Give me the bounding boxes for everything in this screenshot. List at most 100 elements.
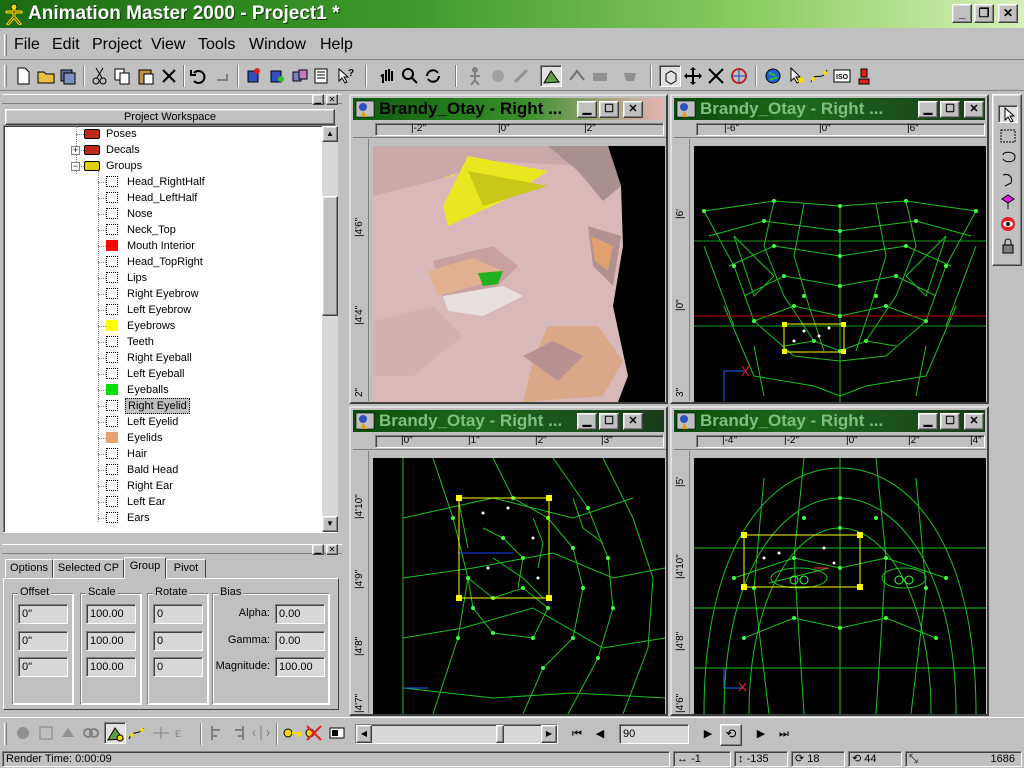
panel-minimize-button[interactable]: ▁ <box>312 94 324 105</box>
menu-window[interactable]: Window <box>249 36 306 54</box>
menu-edit[interactable]: Edit <box>52 36 80 54</box>
hide-eye-icon[interactable] <box>998 215 1018 233</box>
tree-item[interactable]: + Decals <box>4 142 318 158</box>
tree-item[interactable]: Head_TopRight <box>4 254 318 270</box>
lasso-icon[interactable] <box>998 149 1018 167</box>
new-file-icon[interactable] <box>12 65 34 87</box>
tree-item[interactable]: Eyelids <box>4 430 318 446</box>
paint-group-icon[interactable] <box>998 193 1018 211</box>
tree-item[interactable]: Right Eyelid <box>4 398 318 414</box>
tree-item[interactable]: Ears <box>4 510 318 526</box>
toolbar-grip[interactable] <box>4 65 7 87</box>
spline-icon[interactable] <box>808 65 830 87</box>
keyframe-icon[interactable] <box>281 722 303 744</box>
time-slider-right-button[interactable]: ▶ <box>541 725 557 743</box>
workspace-caption[interactable]: Project Workspace <box>5 109 335 125</box>
tree-item[interactable]: Right Eyeball <box>4 350 318 366</box>
scroll-up-button[interactable]: ▲ <box>322 126 338 142</box>
menu-grip[interactable] <box>4 34 7 56</box>
lock-icon[interactable] <box>998 237 1018 255</box>
viewport-minimize-button[interactable]: ▁ <box>577 413 597 430</box>
viewport-maximize-button[interactable]: ☐ <box>940 413 960 430</box>
scale-y-field[interactable]: 100.00 <box>86 631 136 651</box>
extrude-icon[interactable]: E <box>172 722 194 744</box>
menu-project[interactable]: Project <box>92 36 142 54</box>
title-bar[interactable]: Animation Master 2000 - Project1 * _ ❐ ✕ <box>0 0 1024 28</box>
select-cube-icon[interactable] <box>659 65 681 87</box>
viewport-top-left[interactable]: Brandy_Otay - Right ... ▁ ☐ ✕ |-2" |0" |… <box>349 94 668 404</box>
viewport-bottom-left[interactable]: Brandy_Otay - Right ... ▁ ☐ ✕ |0" |1" |2… <box>349 406 668 716</box>
offset-x-field[interactable]: 0" <box>18 604 68 624</box>
scale-x-field[interactable]: 100.00 <box>86 604 136 624</box>
tree-item[interactable]: Right Eyebrow <box>4 286 318 302</box>
new-material-icon[interactable] <box>266 65 288 87</box>
new-model-icon[interactable] <box>243 65 265 87</box>
refresh-icon[interactable] <box>422 65 444 87</box>
menu-help[interactable]: Help <box>320 36 353 54</box>
workspace-tree[interactable]: Poses + Decals − Groups Head_RightHalf Head_Le… <box>4 126 318 532</box>
tree-item[interactable]: Left Eyeball <box>4 366 318 382</box>
lathe-icon[interactable] <box>150 722 172 744</box>
viewport-maximize-button[interactable]: ☐ <box>599 101 619 118</box>
viewport-minimize-button[interactable]: ▁ <box>577 101 597 118</box>
viewport-caption[interactable]: Brandy_Otay - Right ... ▁ ☐ ✕ <box>674 98 985 120</box>
bone-lasso-icon[interactable] <box>998 171 1018 189</box>
bind-mode-icon[interactable] <box>566 65 588 87</box>
arrow-select-icon[interactable] <box>786 65 808 87</box>
new-action-icon[interactable] <box>289 65 311 87</box>
viewport-close-button[interactable]: ✕ <box>964 413 984 430</box>
link-icon[interactable] <box>80 722 102 744</box>
paste-icon[interactable] <box>135 65 157 87</box>
viewport-bottom-right[interactable]: Brandy_Otay - Right ... ▁ ☐ ✕ |-4" |-2" … <box>670 406 989 716</box>
menu-file[interactable]: File <box>14 36 40 54</box>
wireframe-canvas[interactable] <box>694 458 986 714</box>
viewport-caption[interactable]: Brandy_Otay - Right ... ▁ ☐ ✕ <box>674 410 985 432</box>
tree-item[interactable]: Left Eyelid <box>4 414 318 430</box>
scale-icon[interactable] <box>705 65 727 87</box>
tree-item[interactable]: Teeth <box>4 334 318 350</box>
world-icon[interactable] <box>762 65 784 87</box>
menu-view[interactable]: View <box>151 36 185 54</box>
rotate-x-field[interactable]: 0 <box>153 604 203 624</box>
tree-item[interactable]: Hair <box>4 446 318 462</box>
offset-y-field[interactable]: 0" <box>18 631 68 651</box>
timeline-view-icon[interactable] <box>326 722 348 744</box>
zoom-icon[interactable] <box>399 65 421 87</box>
loop-icon[interactable]: ⟲ <box>720 724 742 746</box>
grid-mode-icon[interactable] <box>589 65 611 87</box>
tab-options[interactable]: Options <box>5 559 53 578</box>
prev-frame-icon[interactable]: ◀ <box>589 724 611 746</box>
render-mode-icon[interactable] <box>619 65 641 87</box>
viewport-minimize-button[interactable]: ▁ <box>918 413 938 430</box>
tree-item[interactable]: Left Eyebrow <box>4 302 318 318</box>
bones-mode-icon[interactable] <box>510 65 532 87</box>
scroll-down-button[interactable]: ▼ <box>322 516 338 532</box>
context-help-icon[interactable]: ? <box>335 65 357 87</box>
wireframe-canvas[interactable] <box>694 146 986 402</box>
time-slider-left-button[interactable]: ◀ <box>356 725 372 743</box>
align-left-icon[interactable] <box>205 722 227 744</box>
tree-item[interactable]: Head_RightHalf <box>4 174 318 190</box>
tree-item[interactable]: Right Ear <box>4 478 318 494</box>
flip-icon[interactable] <box>250 722 272 744</box>
scale-handles-icon[interactable] <box>35 722 57 744</box>
minimize-button[interactable]: _ <box>952 4 972 23</box>
rectangle-select-icon[interactable] <box>998 127 1018 145</box>
pan-hand-icon[interactable] <box>377 65 399 87</box>
tree-item[interactable]: Head_LeftHalf <box>4 190 318 206</box>
new-chor-icon[interactable] <box>311 65 333 87</box>
tab-pivot[interactable]: Pivot <box>166 559 206 578</box>
rotate-z-field[interactable]: 0 <box>153 657 203 677</box>
modeling-mode-icon[interactable] <box>540 65 562 87</box>
panel-grip[interactable] <box>2 94 342 104</box>
muscle-mode-icon[interactable] <box>487 65 509 87</box>
tree-item[interactable]: Eyeballs <box>4 382 318 398</box>
tab-selected-cp[interactable]: Selected CP <box>53 559 124 578</box>
delete-keyframe-icon[interactable] <box>303 722 325 744</box>
time-slider[interactable]: ◀ ▶ <box>355 724 558 744</box>
tree-item[interactable]: Neck_Top <box>4 222 318 238</box>
tree-item[interactable]: Bald Head <box>4 462 318 478</box>
viewport-maximize-button[interactable]: ☐ <box>599 413 619 430</box>
viewport-close-button[interactable]: ✕ <box>623 413 643 430</box>
key-mode-icon[interactable] <box>12 722 34 744</box>
